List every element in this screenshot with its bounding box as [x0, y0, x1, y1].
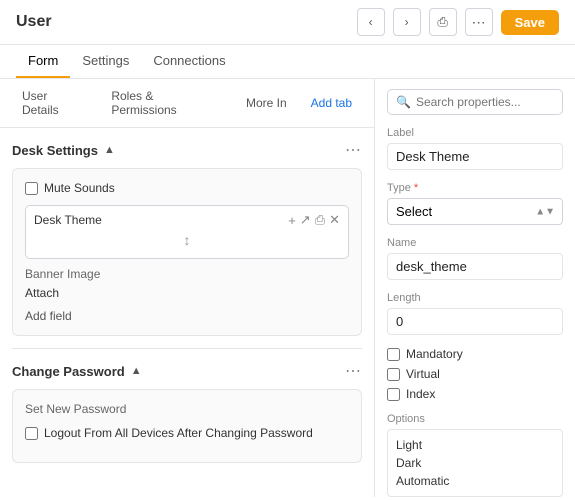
add-tab-button[interactable]: Add tab: [301, 92, 362, 114]
options-section: Options Light Dark Automatic: [387, 413, 563, 497]
header: User ‹ › ⎙ ⋯ Save: [0, 0, 575, 45]
label-prop-label: Label: [387, 127, 563, 139]
banner-label: Banner Image: [25, 267, 349, 281]
page-title: User: [16, 13, 349, 31]
print-button[interactable]: ⎙: [429, 8, 457, 36]
desk-settings-more[interactable]: ⋯: [345, 140, 362, 160]
more-options-button[interactable]: ⋯: [465, 8, 493, 36]
desk-theme-label: Desk Theme: [34, 213, 102, 227]
save-button[interactable]: Save: [501, 10, 559, 35]
desk-settings-toggle[interactable]: ▲: [104, 144, 115, 156]
search-icon: 🔍: [396, 95, 411, 109]
length-prop-label: Length: [387, 292, 563, 304]
name-prop-value[interactable]: desk_theme: [387, 253, 563, 280]
logout-checkbox[interactable]: [25, 427, 38, 440]
logout-row: Logout From All Devices After Changing P…: [25, 426, 349, 440]
change-password-header: Change Password ▲ ⋯: [12, 361, 362, 381]
option-light: Light: [396, 436, 554, 454]
desk-settings-section: Desk Settings ▲ ⋯ Mute Sounds Desk Theme…: [12, 140, 362, 336]
change-password-more[interactable]: ⋯: [345, 361, 362, 381]
type-select[interactable]: Select Data Link Int Float Check Text: [387, 198, 563, 225]
mandatory-label: Mandatory: [406, 347, 463, 361]
mute-sounds-checkbox[interactable]: [25, 182, 38, 195]
search-input[interactable]: [416, 95, 571, 109]
main-tabs: Form Settings Connections: [0, 45, 575, 79]
desk-settings-body: Mute Sounds Desk Theme + ↗ ⎙ ✕ ↕: [12, 168, 362, 336]
tab-settings[interactable]: Settings: [70, 45, 141, 78]
desk-settings-title: Desk Settings: [12, 143, 98, 158]
layout: User Details Roles & Permissions More In…: [0, 79, 575, 497]
mandatory-row: Mandatory: [387, 347, 563, 361]
desk-theme-field: Desk Theme + ↗ ⎙ ✕ ↕: [25, 205, 349, 259]
sub-tabs: User Details Roles & Permissions More In…: [0, 79, 374, 128]
sub-tab-roles[interactable]: Roles & Permissions: [101, 85, 232, 121]
options-label: Options: [387, 413, 563, 425]
mandatory-checkbox[interactable]: [387, 348, 400, 361]
label-property: Label Desk Theme: [387, 127, 563, 170]
copy-icon[interactable]: ⎙: [315, 212, 325, 228]
field-controls: ↕: [34, 228, 340, 252]
option-automatic: Automatic: [396, 472, 554, 490]
desk-theme-header: Desk Theme + ↗ ⎙ ✕: [34, 212, 340, 228]
type-select-wrapper: Select Data Link Int Float Check Text ▲▼: [387, 198, 563, 225]
nav-prev-button[interactable]: ‹: [357, 8, 385, 36]
logout-label: Logout From All Devices After Changing P…: [44, 426, 313, 440]
type-property: Type * Select Data Link Int Float Check …: [387, 182, 563, 225]
change-password-section: Change Password ▲ ⋯ Set New Password Log…: [12, 361, 362, 463]
virtual-label: Virtual: [406, 367, 440, 381]
name-property: Name desk_theme: [387, 237, 563, 280]
name-prop-label: Name: [387, 237, 563, 249]
add-field-button[interactable]: Add field: [25, 309, 72, 323]
set-password-label: Set New Password: [25, 402, 349, 416]
options-list: Light Dark Automatic: [387, 429, 563, 497]
tab-form[interactable]: Form: [16, 45, 70, 78]
close-icon[interactable]: ✕: [329, 212, 340, 228]
change-password-toggle[interactable]: ▲: [131, 365, 142, 377]
nav-next-button[interactable]: ›: [393, 8, 421, 36]
change-password-title: Change Password: [12, 364, 125, 379]
required-indicator: *: [414, 182, 418, 194]
length-prop-value[interactable]: 0: [387, 308, 563, 335]
left-panel: User Details Roles & Permissions More In…: [0, 79, 375, 497]
link-icon[interactable]: ↗: [300, 212, 311, 228]
field-actions: + ↗ ⎙ ✕: [288, 212, 340, 228]
add-icon[interactable]: +: [288, 213, 296, 228]
mute-sounds-label: Mute Sounds: [44, 181, 115, 195]
tab-connections[interactable]: Connections: [141, 45, 237, 78]
desk-settings-header: Desk Settings ▲ ⋯: [12, 140, 362, 160]
option-dark: Dark: [396, 454, 554, 472]
index-label: Index: [406, 387, 435, 401]
sub-tab-user-details[interactable]: User Details: [12, 85, 97, 121]
label-prop-value[interactable]: Desk Theme: [387, 143, 563, 170]
index-row: Index: [387, 387, 563, 401]
change-password-body: Set New Password Logout From All Devices…: [12, 389, 362, 463]
virtual-row: Virtual: [387, 367, 563, 381]
checkboxes-section: Mandatory Virtual Index: [387, 347, 563, 401]
search-bar: 🔍 ✕: [387, 89, 563, 115]
index-checkbox[interactable]: [387, 388, 400, 401]
type-prop-label: Type *: [387, 182, 563, 194]
stepper-icon[interactable]: ↕: [184, 232, 191, 248]
section-divider: [12, 348, 362, 349]
length-property: Length 0: [387, 292, 563, 335]
mute-sounds-row: Mute Sounds: [25, 181, 349, 195]
sub-tab-more-in[interactable]: More In: [236, 92, 297, 114]
attach-button[interactable]: Attach: [25, 286, 59, 300]
virtual-checkbox[interactable]: [387, 368, 400, 381]
right-panel: 🔍 ✕ Label Desk Theme Type * Select Data …: [375, 79, 575, 497]
